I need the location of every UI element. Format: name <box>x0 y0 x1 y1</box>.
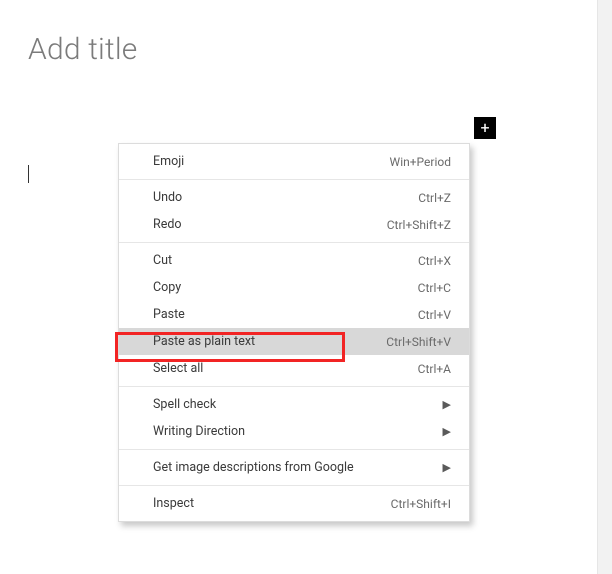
menu-item-writing-direction[interactable]: Writing Direction ▶ <box>119 418 469 445</box>
menu-item-label: Get image descriptions from Google <box>153 460 437 475</box>
menu-item-label: Inspect <box>153 496 391 511</box>
menu-item-copy[interactable]: CopyCtrl+C <box>119 274 469 301</box>
menu-item-undo[interactable]: UndoCtrl+Z <box>119 184 469 211</box>
menu-item-redo[interactable]: RedoCtrl+Shift+Z <box>119 211 469 238</box>
plus-icon: + <box>480 120 489 136</box>
menu-item-label: Paste as plain text <box>153 334 386 349</box>
menu-item-label: Cut <box>153 253 418 268</box>
menu-item-shortcut: Ctrl+C <box>418 281 451 295</box>
menu-item-paste-as-plain-text[interactable]: Paste as plain textCtrl+Shift+V <box>119 328 469 355</box>
title-input[interactable]: Add title <box>28 32 584 67</box>
menu-item-label: Paste <box>153 307 418 322</box>
menu-item-shortcut: Ctrl+X <box>418 254 451 268</box>
menu-item-shortcut: Ctrl+V <box>418 308 451 322</box>
menu-item-get-image-descriptions-from-google[interactable]: Get image descriptions from Google ▶ <box>119 454 469 481</box>
menu-item-label: Undo <box>153 190 418 205</box>
context-menu: EmojiWin+PeriodUndoCtrl+ZRedoCtrl+Shift+… <box>118 143 470 522</box>
menu-item-label: Select all <box>153 361 418 376</box>
menu-item-shortcut: Ctrl+Shift+Z <box>387 218 451 232</box>
menu-item-spell-check[interactable]: Spell check ▶ <box>119 391 469 418</box>
menu-item-label: Writing Direction <box>153 424 437 439</box>
menu-item-shortcut: Ctrl+Shift+I <box>391 497 451 511</box>
menu-item-label: Emoji <box>153 154 390 169</box>
menu-item-shortcut: Win+Period <box>390 155 451 169</box>
submenu-arrow-icon: ▶ <box>443 425 451 438</box>
menu-item-cut[interactable]: CutCtrl+X <box>119 247 469 274</box>
submenu-arrow-icon: ▶ <box>443 398 451 411</box>
submenu-arrow-icon: ▶ <box>443 461 451 474</box>
add-block-button[interactable]: + <box>474 117 496 139</box>
text-cursor <box>28 165 29 183</box>
sidebar-strip <box>597 0 612 574</box>
menu-item-label: Copy <box>153 280 418 295</box>
menu-item-select-all[interactable]: Select allCtrl+A <box>119 355 469 382</box>
menu-item-paste[interactable]: PasteCtrl+V <box>119 301 469 328</box>
menu-item-emoji[interactable]: EmojiWin+Period <box>119 148 469 175</box>
menu-item-shortcut: Ctrl+Z <box>418 191 451 205</box>
menu-item-label: Spell check <box>153 397 437 412</box>
menu-item-shortcut: Ctrl+Shift+V <box>386 335 451 349</box>
menu-item-label: Redo <box>153 217 387 232</box>
menu-item-inspect[interactable]: InspectCtrl+Shift+I <box>119 490 469 517</box>
menu-item-shortcut: Ctrl+A <box>418 362 451 376</box>
